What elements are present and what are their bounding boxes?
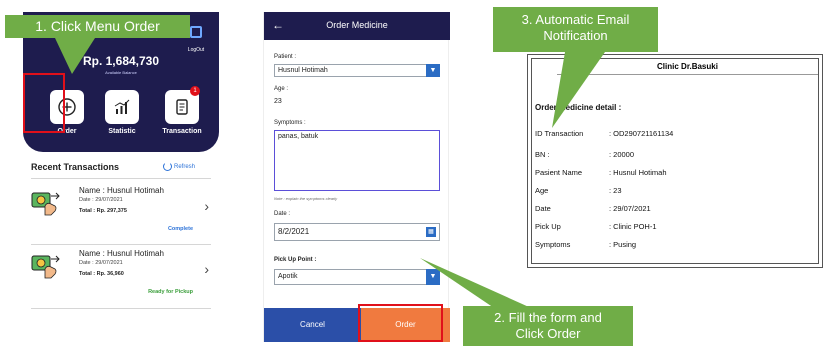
transaction-badge: 1 xyxy=(190,86,200,96)
email-body: Clinic Dr.Basuki Order Medicine detail :… xyxy=(531,58,819,264)
pickup-value: Apotik xyxy=(278,273,298,280)
transaction-menu-label: Transaction xyxy=(162,128,202,135)
email-row-value: : Pusing xyxy=(609,240,637,249)
transaction-total: Total : Rp. 297,375 xyxy=(79,208,127,214)
callout-step2: 2. Fill the form and Click Order xyxy=(463,306,633,346)
chevron-down-icon[interactable]: ▼ xyxy=(426,64,440,77)
order-form-screen: ← Order Medicine Patient : Husnul Hotima… xyxy=(263,12,450,342)
patient-label: Patient : xyxy=(274,54,297,60)
age-value: 23 xyxy=(274,98,282,105)
email-subtitle: Order Medicine detail : xyxy=(535,103,622,112)
bar-chart-icon xyxy=(114,99,130,114)
cancel-button[interactable]: Cancel xyxy=(264,308,361,342)
payment-icon xyxy=(31,192,60,216)
symptoms-label: Symptoms : xyxy=(274,120,306,126)
symptoms-textarea[interactable]: panas, batuk xyxy=(274,130,440,191)
recent-transactions-title: Recent Transactions xyxy=(31,162,120,172)
transaction-name: Name : Husnul Hotimah xyxy=(79,186,164,195)
email-row: Date : 29/07/2021 xyxy=(535,204,651,213)
callout-step3: 3. Automatic Email Notification xyxy=(493,7,658,52)
patient-select[interactable]: Husnul Hotimah ▼ xyxy=(274,64,440,77)
form-header: ← Order Medicine xyxy=(264,12,450,40)
home-screen: LogOut Rp. 1,684,730 Available Balance 1… xyxy=(23,12,219,342)
email-row: Pasient Name : Husnul Hotimah xyxy=(535,168,667,177)
email-row: Symptoms : Pusing xyxy=(535,240,636,249)
callout-step2-line2: Click Order xyxy=(515,326,581,341)
refresh-button[interactable]: Refresh xyxy=(163,162,195,171)
email-row: ID Transaction : OD290721161134 xyxy=(535,129,673,138)
chevron-down-icon[interactable]: ▼ xyxy=(426,269,440,285)
payment-icon xyxy=(31,255,60,279)
email-row-key: Symptoms xyxy=(535,240,571,249)
email-row-value: : Clinic POH-1 xyxy=(609,222,657,231)
email-row-key: Age xyxy=(535,186,549,195)
callout-step3-line2: Notification xyxy=(543,28,608,43)
receipt-icon xyxy=(176,99,188,115)
balance-amount: Rp. 1,684,730 xyxy=(82,54,160,68)
divider xyxy=(31,178,211,179)
callout-step2-line1: 2. Fill the form and xyxy=(494,310,602,325)
transaction-name: Name : Husnul Hotimah xyxy=(79,249,164,258)
symptoms-note: Note : explain the symptoms clearly xyxy=(274,196,338,201)
transaction-date: Date : 29/07/2021 xyxy=(79,197,123,203)
callout-step1: 1. Click Menu Order xyxy=(5,15,190,38)
email-row-value: : 23 xyxy=(609,186,622,195)
email-notification: Clinic Dr.Basuki Order Medicine detail :… xyxy=(527,54,823,268)
refresh-label: Refresh xyxy=(174,163,196,170)
logout-icon xyxy=(190,26,202,38)
email-row-key: Pick Up xyxy=(535,222,561,231)
email-row-value: : OD290721161134 xyxy=(609,129,674,138)
chevron-right-icon[interactable]: › xyxy=(204,261,209,277)
email-row-key: Date xyxy=(535,204,551,213)
patient-value: Husnul Hotimah xyxy=(278,67,328,74)
email-row: Age : 23 xyxy=(535,186,622,195)
refresh-icon xyxy=(163,162,172,171)
callout-step3-line1: 3. Automatic Email xyxy=(521,12,630,27)
date-field[interactable]: 8/2/2021 ▦ xyxy=(274,223,440,241)
transaction-total: Total : Rp. 36,960 xyxy=(79,271,124,277)
chevron-right-icon[interactable]: › xyxy=(204,198,209,214)
email-title: Clinic Dr.Basuki xyxy=(557,61,818,75)
transaction-card[interactable]: Name : Husnul Hotimah Date : 29/07/2021 … xyxy=(31,186,211,246)
email-row: Pick Up : Clinic POH-1 xyxy=(535,222,657,231)
order-highlight-box xyxy=(23,73,65,133)
logout-label: LogOut xyxy=(187,47,205,53)
email-row-key: Pasient Name xyxy=(535,168,583,177)
statistic-menu-label: Statistic xyxy=(108,128,136,135)
date-label: Date : xyxy=(274,211,291,217)
email-row-value: : 29/07/2021 xyxy=(609,204,651,213)
divider xyxy=(31,308,211,309)
pickup-label: Pick Up Point : xyxy=(274,257,317,263)
status-badge: Complete xyxy=(167,226,193,232)
statistic-menu-button[interactable] xyxy=(105,90,139,124)
status-badge: Ready for Pickup xyxy=(148,289,193,295)
email-row-value: : 20000 xyxy=(609,150,635,159)
date-value: 8/2/2021 xyxy=(278,227,310,236)
email-row: BN : : 20000 xyxy=(535,150,634,159)
email-row-value: : Husnul Hotimah xyxy=(609,168,667,177)
email-row-key: ID Transaction xyxy=(535,129,584,138)
email-row-key: BN : xyxy=(535,150,550,159)
divider xyxy=(31,244,211,245)
transaction-date: Date : 29/07/2021 xyxy=(79,260,123,266)
page-title: Order Medicine xyxy=(326,20,388,30)
age-label: Age : xyxy=(274,86,289,92)
calendar-icon[interactable]: ▦ xyxy=(426,227,436,237)
transaction-card[interactable]: Name : Husnul Hotimah Date : 29/07/2021 … xyxy=(31,249,211,309)
order-button-highlight xyxy=(358,304,443,342)
pickup-select[interactable]: Apotik ▼ xyxy=(274,269,440,285)
